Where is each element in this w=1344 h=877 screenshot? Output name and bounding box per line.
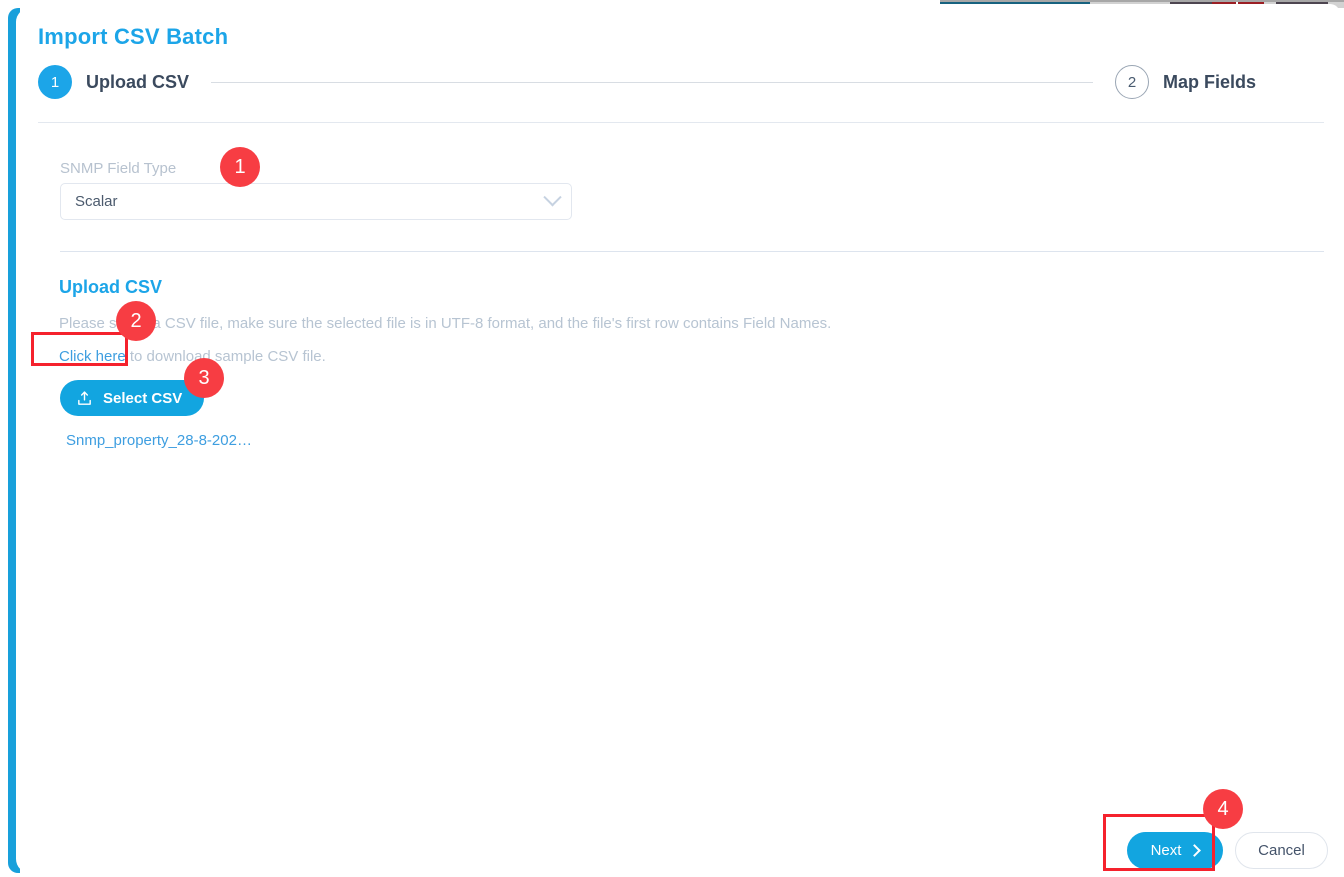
select-csv-button-label: Select CSV xyxy=(103,389,183,407)
chevron-down-icon xyxy=(543,188,562,207)
stepper: 1 Upload CSV 2 Map Fields xyxy=(38,64,1256,100)
annotation-badge-4: 4 xyxy=(1203,789,1243,829)
section-divider xyxy=(60,251,1324,252)
header-divider xyxy=(38,122,1324,123)
stepper-step-1-number: 1 xyxy=(38,65,72,99)
upload-csv-heading: Upload CSV xyxy=(59,277,163,297)
sample-csv-rest-text: to download sample CSV file. xyxy=(125,348,326,365)
annotation-box-click-here xyxy=(31,332,128,366)
snmp-field-type-select[interactable]: Scalar xyxy=(60,183,572,220)
upload-csv-description: Please select a CSV file, make sure the … xyxy=(59,315,832,332)
snmp-field-type-label: SNMP Field Type xyxy=(60,160,177,177)
stepper-step-2[interactable]: 2 Map Fields xyxy=(1114,65,1256,99)
stepper-step-2-number: 2 xyxy=(1114,65,1149,99)
stepper-step-1-label: Upload CSV xyxy=(86,71,190,92)
cancel-button[interactable]: Cancel xyxy=(1235,832,1328,869)
import-csv-modal: Import CSV Batch 1 Upload CSV 2 Map Fiel… xyxy=(4,4,1340,873)
page-title: Import CSV Batch xyxy=(38,24,229,49)
stepper-step-2-label: Map Fields xyxy=(1162,71,1256,92)
stepper-connector-line xyxy=(211,81,1093,83)
modal-body: Import CSV Batch 1 Upload CSV 2 Map Fiel… xyxy=(16,8,1340,873)
annotation-badge-1: 1 xyxy=(220,147,260,187)
snmp-field-type-value: Scalar xyxy=(75,193,118,210)
annotation-badge-3: 3 xyxy=(184,358,224,398)
annotation-badge-2: 2 xyxy=(116,301,156,341)
select-csv-button[interactable]: Select CSV xyxy=(60,380,205,416)
selected-file-name[interactable]: Snmp_property_28-8-202… xyxy=(66,432,252,449)
upload-icon xyxy=(78,390,91,405)
stepper-step-1[interactable]: 1 Upload CSV xyxy=(38,65,189,99)
annotation-box-next xyxy=(1103,814,1215,871)
